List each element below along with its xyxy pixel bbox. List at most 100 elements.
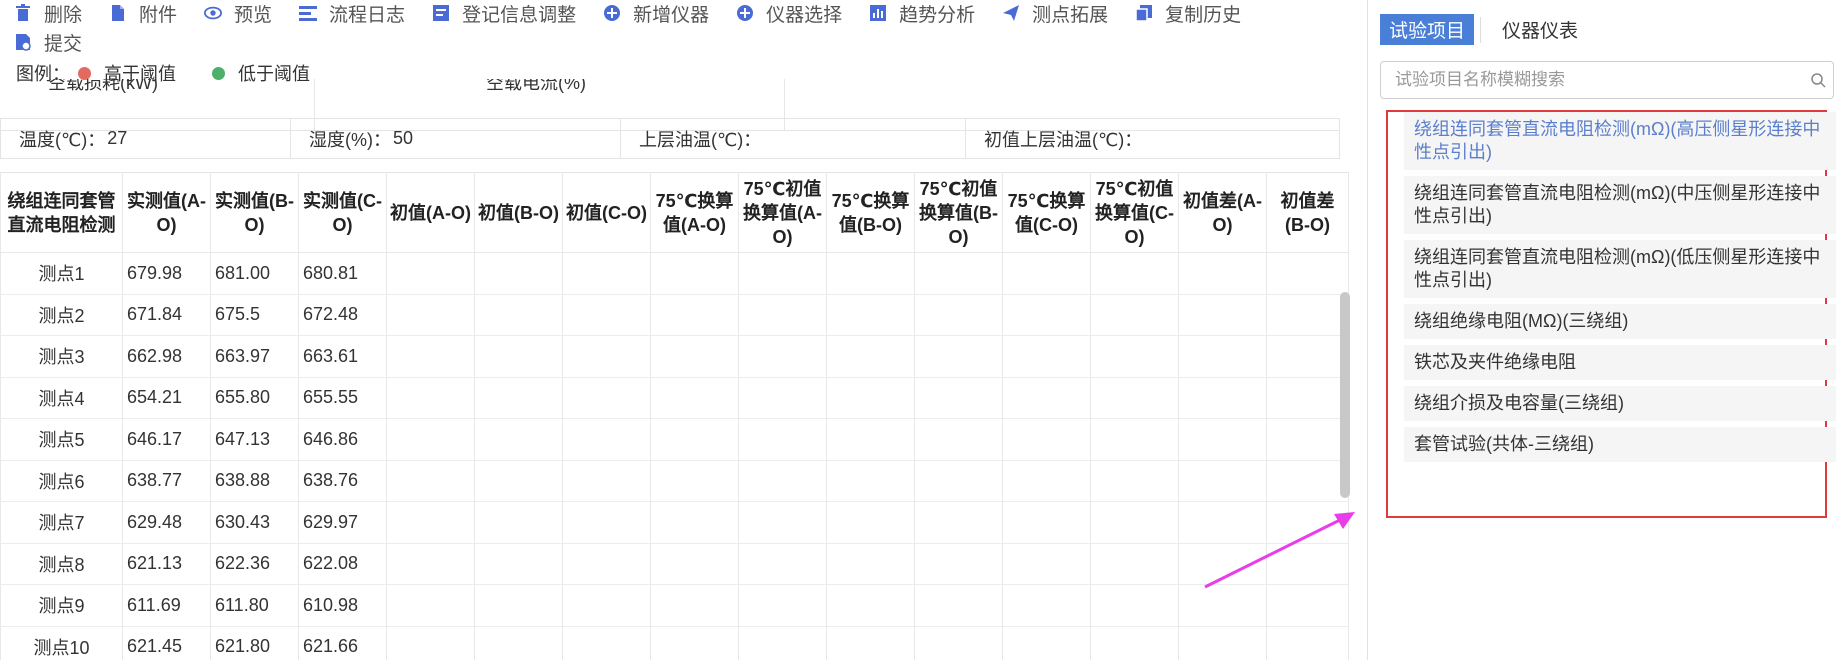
table-cell[interactable]: 629.97 — [298, 501, 387, 544]
table-cell[interactable]: 663.97 — [210, 335, 299, 378]
table-cell[interactable] — [386, 460, 475, 502]
table-cell[interactable]: 671.84 — [122, 294, 211, 336]
table-cell[interactable] — [650, 294, 739, 336]
table-cell[interactable] — [826, 376, 915, 419]
table-cell[interactable] — [386, 584, 475, 627]
table-cell[interactable] — [1090, 418, 1179, 461]
table-cell[interactable] — [386, 335, 475, 378]
table-cell[interactable] — [738, 335, 827, 378]
table-cell[interactable] — [1178, 418, 1267, 461]
table-cell[interactable] — [474, 460, 563, 502]
table-cell[interactable] — [914, 626, 1003, 660]
table-cell[interactable] — [738, 376, 827, 419]
table-cell[interactable]: 621.45 — [122, 626, 211, 660]
table-cell[interactable] — [738, 294, 827, 336]
table-cell[interactable] — [914, 501, 1003, 544]
table-cell[interactable] — [826, 335, 915, 378]
table-cell[interactable] — [386, 376, 475, 419]
table-cell[interactable] — [650, 542, 739, 585]
table-cell[interactable] — [1266, 376, 1349, 419]
table-cell[interactable] — [474, 501, 563, 544]
table-cell[interactable] — [826, 542, 915, 585]
table-cell[interactable] — [914, 418, 1003, 461]
toolbar-button-plus-circle-5[interactable]: 新增仪器 — [603, 0, 709, 27]
table-cell[interactable] — [562, 376, 651, 419]
table-cell[interactable] — [650, 501, 739, 544]
table-cell[interactable]: 675.5 — [210, 294, 299, 336]
table-cell[interactable]: 672.48 — [298, 294, 387, 336]
toolbar-button-flow-log-3[interactable]: 流程日志 — [299, 0, 405, 27]
toolbar-button-copy-9[interactable]: 复制历史 — [1135, 0, 1241, 27]
table-cell[interactable] — [474, 335, 563, 378]
table-cell[interactable] — [826, 501, 915, 544]
table-cell[interactable] — [1002, 460, 1091, 502]
table-cell[interactable] — [738, 418, 827, 461]
table-cell[interactable] — [1266, 418, 1349, 461]
humidity-value[interactable]: 50 — [393, 128, 413, 149]
table-cell[interactable]: 663.61 — [298, 335, 387, 378]
toolbar-button-attachment-1[interactable]: 附件 — [109, 0, 177, 27]
toolbar-button-submit-0[interactable]: 提交 — [14, 29, 82, 56]
table-cell[interactable] — [1090, 376, 1179, 419]
table-cell[interactable] — [474, 252, 563, 295]
table-cell[interactable] — [1002, 252, 1091, 295]
table-cell[interactable] — [914, 542, 1003, 585]
table-cell[interactable] — [914, 252, 1003, 295]
table-cell[interactable]: 638.77 — [122, 460, 211, 502]
search-icon[interactable] — [1803, 72, 1833, 88]
table-cell[interactable] — [562, 252, 651, 295]
table-cell[interactable]: 655.80 — [210, 376, 299, 419]
table-cell[interactable]: 630.43 — [210, 501, 299, 544]
table-cell[interactable] — [1178, 626, 1267, 660]
table-cell[interactable] — [474, 626, 563, 660]
table-cell[interactable] — [1266, 294, 1349, 336]
table-cell[interactable]: 629.48 — [122, 501, 211, 544]
table-cell[interactable] — [826, 584, 915, 627]
table-cell[interactable] — [914, 376, 1003, 419]
table-cell[interactable] — [1178, 376, 1267, 419]
test-item[interactable]: 铁芯及夹件绝缘电阻 — [1404, 345, 1836, 380]
table-cell[interactable]: 638.88 — [210, 460, 299, 502]
table-cell[interactable] — [562, 294, 651, 336]
table-cell[interactable] — [650, 335, 739, 378]
table-cell[interactable] — [650, 376, 739, 419]
table-cell[interactable] — [650, 584, 739, 627]
table-cell[interactable]: 680.81 — [298, 252, 387, 295]
table-cell[interactable] — [1178, 335, 1267, 378]
table-cell[interactable] — [650, 252, 739, 295]
table-cell[interactable] — [1178, 294, 1267, 336]
test-item[interactable]: 绕组绝缘电阻(MΩ)(三绕组) — [1404, 304, 1836, 339]
table-cell[interactable]: 655.55 — [298, 376, 387, 419]
table-cell[interactable] — [914, 294, 1003, 336]
table-cell[interactable]: 610.98 — [298, 584, 387, 627]
table-cell[interactable] — [826, 418, 915, 461]
table-cell[interactable] — [1090, 460, 1179, 502]
toolbar-button-form-adjust-4[interactable]: 登记信息调整 — [432, 0, 576, 27]
table-cell[interactable] — [386, 542, 475, 585]
table-cell[interactable] — [1002, 335, 1091, 378]
table-cell[interactable]: 647.13 — [210, 418, 299, 461]
table-cell[interactable] — [1266, 252, 1349, 295]
table-cell[interactable] — [1266, 626, 1349, 660]
toolbar-button-eye-2[interactable]: 预览 — [204, 0, 272, 27]
table-cell[interactable]: 622.36 — [210, 542, 299, 585]
table-cell[interactable] — [474, 542, 563, 585]
table-cell[interactable] — [826, 252, 915, 295]
table-cell[interactable] — [1090, 542, 1179, 585]
test-item[interactable]: 绕组连同套管直流电阻检测(mΩ)(低压侧星形连接中性点引出) — [1404, 240, 1836, 298]
table-cell[interactable] — [650, 626, 739, 660]
table-cell[interactable] — [1090, 626, 1179, 660]
table-cell[interactable] — [826, 460, 915, 502]
table-cell[interactable] — [562, 584, 651, 627]
table-cell[interactable] — [1002, 626, 1091, 660]
table-cell[interactable] — [914, 335, 1003, 378]
table-cell[interactable] — [738, 460, 827, 502]
table-cell[interactable] — [650, 460, 739, 502]
table-cell[interactable] — [1178, 252, 1267, 295]
table-cell[interactable] — [562, 542, 651, 585]
table-cell[interactable] — [562, 501, 651, 544]
table-cell[interactable] — [1266, 335, 1349, 378]
table-cell[interactable] — [386, 501, 475, 544]
table-cell[interactable] — [386, 626, 475, 660]
table-cell[interactable] — [914, 584, 1003, 627]
